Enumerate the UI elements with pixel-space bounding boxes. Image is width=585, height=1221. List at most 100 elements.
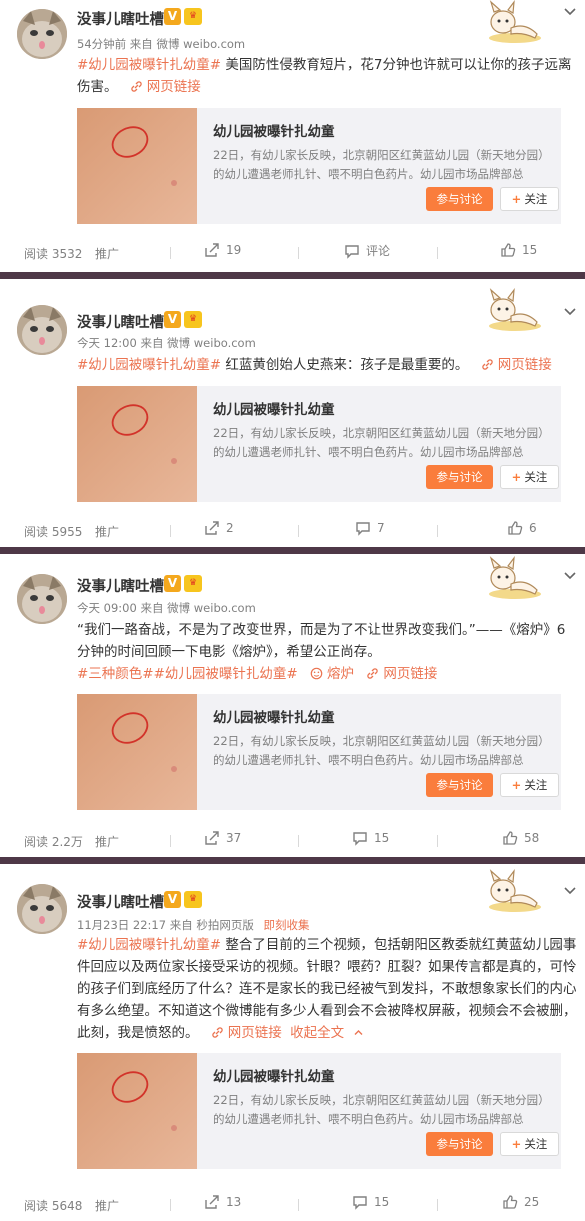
promote-button[interactable]: 推广	[95, 245, 119, 262]
username[interactable]: 没事儿瞎吐槽	[77, 891, 164, 912]
join-discussion-button[interactable]: 参与讨论	[426, 465, 493, 489]
web-link[interactable]: 网页链接	[366, 666, 437, 682]
weibo-post: 没事儿瞎吐槽 V ♛ 今天 09:00 来自 微博 weibo.com “我们一…	[0, 554, 585, 857]
member-crown-icon[interactable]: ♛	[184, 311, 202, 328]
post-time[interactable]: 54分钟前	[77, 37, 126, 51]
verified-badge-icon[interactable]: V	[164, 8, 181, 25]
post-source[interactable]: 微博 weibo.com	[167, 601, 256, 615]
hashtag-link[interactable]: #幼儿园被曝针扎幼童#	[77, 937, 221, 953]
card-title[interactable]: 幼儿园被曝针扎幼童	[213, 398, 335, 418]
hashtag-link[interactable]: #三种颜色#	[77, 666, 154, 682]
post-text: #幼儿园被曝针扎幼童# 整合了目前的三个视频，包括朝阳区教委就红黄蓝幼儿园事件回…	[77, 934, 577, 1044]
verified-badge-icon[interactable]: V	[164, 575, 181, 592]
like-button[interactable]: 6	[507, 520, 537, 536]
repost-count: 13	[226, 1195, 242, 1209]
comment-button[interactable]: 15	[352, 1194, 389, 1210]
follow-label: 关注	[524, 778, 548, 792]
verified-badge-icon[interactable]: V	[164, 311, 181, 328]
post-time[interactable]: 11月23日 22:17	[77, 918, 166, 932]
username[interactable]: 没事儿瞎吐槽	[77, 575, 164, 596]
comment-button[interactable]: 15	[352, 830, 389, 846]
repost-button[interactable]: 2	[204, 520, 234, 536]
card-title[interactable]: 幼儿园被曝针扎幼童	[213, 1065, 335, 1085]
topic-card[interactable]: 幼儿园被曝针扎幼童 22日，有幼儿家长反映，北京朝阳区红黄蓝幼儿园（新天地分园）…	[77, 386, 561, 502]
action-bar: 阅读 5648 推广 13 15 25	[0, 1191, 585, 1219]
comment-icon	[353, 832, 367, 846]
post-meta: 今天 09:00 来自 微博 weibo.com	[77, 600, 256, 616]
join-discussion-button[interactable]: 参与讨论	[426, 1132, 493, 1156]
post-source[interactable]: 秒拍网页版	[196, 918, 254, 932]
movie-link[interactable]: 熔炉	[310, 666, 354, 682]
chevron-down-icon[interactable]	[563, 305, 577, 319]
collect-link[interactable]: 即刻收集	[264, 918, 310, 932]
web-link[interactable]: 网页链接	[211, 1025, 282, 1041]
web-link-label: 网页链接	[497, 357, 552, 373]
follow-button[interactable]: + 关注	[500, 1132, 559, 1156]
plus-icon: +	[511, 192, 522, 206]
username[interactable]: 没事儿瞎吐槽	[77, 311, 164, 332]
thumbs-up-icon	[508, 521, 523, 535]
avatar[interactable]	[17, 305, 67, 355]
post-source[interactable]: 微博 weibo.com	[156, 37, 245, 51]
card-thumbnail[interactable]	[77, 108, 197, 224]
post-time[interactable]: 今天 12:00	[77, 336, 137, 350]
hashtag-link[interactable]: #幼儿园被曝针扎幼童#	[77, 57, 221, 73]
web-link[interactable]: 网页链接	[481, 357, 552, 373]
verified-badge-icon[interactable]: V	[164, 891, 181, 908]
repost-button[interactable]: 19	[204, 242, 241, 258]
card-thumbnail[interactable]	[77, 1053, 197, 1169]
comment-button[interactable]: 7	[355, 520, 385, 536]
promote-button[interactable]: 推广	[95, 523, 119, 540]
topic-card[interactable]: 幼儿园被曝针扎幼童 22日，有幼儿家长反映，北京朝阳区红黄蓝幼儿园（新天地分园）…	[77, 694, 561, 810]
join-discussion-button[interactable]: 参与讨论	[426, 187, 493, 211]
chevron-down-icon[interactable]	[563, 5, 577, 19]
chevron-down-icon[interactable]	[563, 569, 577, 583]
card-thumbnail[interactable]	[77, 694, 197, 810]
repost-button[interactable]: 13	[204, 1194, 241, 1210]
collapse-button[interactable]: 收起全文	[290, 1025, 369, 1041]
avatar[interactable]	[17, 9, 67, 59]
follow-button[interactable]: + 关注	[500, 773, 559, 797]
follow-button[interactable]: + 关注	[500, 187, 559, 211]
card-title[interactable]: 幼儿园被曝针扎幼童	[213, 120, 335, 140]
member-crown-icon[interactable]: ♛	[184, 575, 202, 592]
topic-card[interactable]: 幼儿园被曝针扎幼童 22日，有幼儿家长反映，北京朝阳区红黄蓝幼儿园（新天地分园）…	[77, 1053, 561, 1169]
card-thumbnail[interactable]	[77, 386, 197, 502]
avatar[interactable]	[17, 884, 67, 934]
repost-button[interactable]: 37	[204, 830, 241, 846]
divider	[298, 525, 299, 537]
hashtag-link[interactable]: #幼儿园被曝针扎幼童#	[77, 357, 221, 373]
promote-button[interactable]: 推广	[95, 1197, 119, 1214]
post-source[interactable]: 微博 weibo.com	[167, 336, 256, 350]
member-crown-icon[interactable]: ♛	[184, 891, 202, 908]
member-crown-icon[interactable]: ♛	[184, 8, 202, 25]
like-button[interactable]: 15	[500, 242, 537, 258]
like-button[interactable]: 58	[502, 830, 539, 846]
avatar[interactable]	[17, 574, 67, 624]
username[interactable]: 没事儿瞎吐槽	[77, 8, 164, 29]
post-separator	[0, 272, 585, 279]
post-separator	[0, 857, 585, 864]
topic-card[interactable]: 幼儿园被曝针扎幼童 22日，有幼儿家长反映，北京朝阳区红黄蓝幼儿园（新天地分园）…	[77, 108, 561, 224]
chevron-down-icon[interactable]	[563, 884, 577, 898]
divider	[437, 1199, 438, 1211]
comment-icon	[356, 522, 370, 536]
post-body: 红蓝黄创始人史燕来：孩子是最重要的。	[225, 357, 469, 373]
weibo-post: 没事儿瞎吐槽 V ♛ 54分钟前 来自 微博 weibo.com #幼儿园被曝针…	[0, 0, 585, 273]
comment-count: 15	[374, 1195, 390, 1209]
join-discussion-button[interactable]: 参与讨论	[426, 773, 493, 797]
web-link[interactable]: 网页链接	[130, 79, 201, 95]
movie-label: 熔炉	[327, 666, 355, 682]
web-link-label: 网页链接	[146, 79, 201, 95]
card-title[interactable]: 幼儿园被曝针扎幼童	[213, 706, 335, 726]
divider	[298, 1199, 299, 1211]
promote-button[interactable]: 推广	[95, 833, 119, 850]
comment-button[interactable]: 评论	[344, 242, 390, 259]
divider	[437, 247, 438, 259]
read-count: 阅读 5955	[24, 525, 83, 539]
like-button[interactable]: 25	[502, 1194, 539, 1210]
hashtag-link[interactable]: #幼儿园被曝针扎幼童#	[154, 666, 298, 682]
follow-button[interactable]: + 关注	[500, 465, 559, 489]
like-count: 6	[529, 521, 537, 535]
post-time[interactable]: 今天 09:00	[77, 601, 137, 615]
